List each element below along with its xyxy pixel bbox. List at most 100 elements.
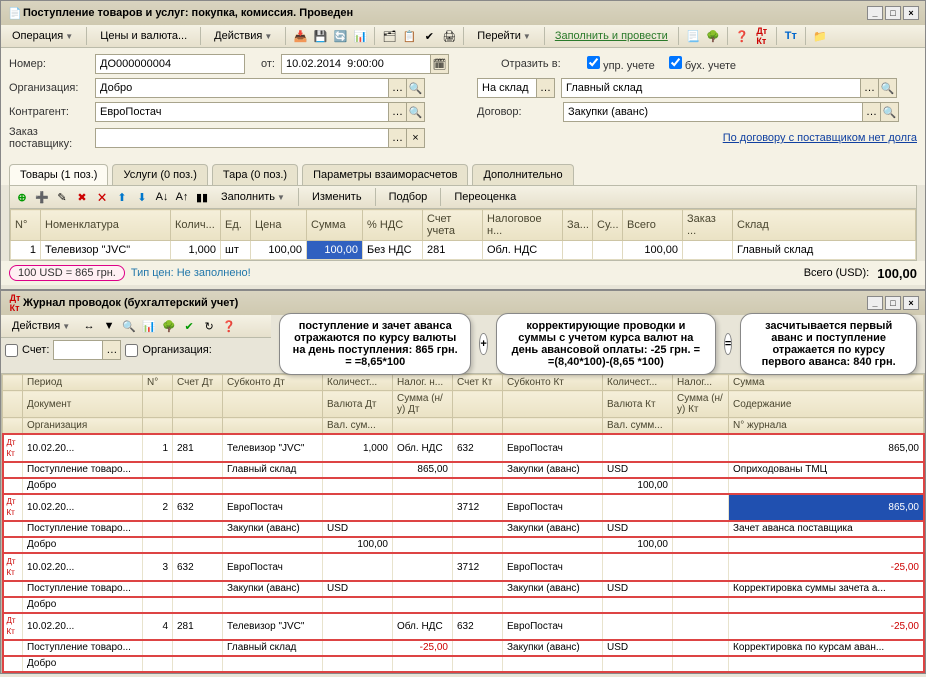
journal-close-button[interactable]: × bbox=[903, 296, 919, 310]
j-check-icon[interactable]: ✔ bbox=[181, 318, 197, 334]
dogovor-select-button[interactable]: … bbox=[863, 102, 881, 122]
tab-goods[interactable]: Товары (1 поз.) bbox=[9, 164, 108, 185]
date-input[interactable] bbox=[281, 54, 431, 74]
prices-button[interactable]: Цены и валюта... bbox=[93, 27, 194, 45]
sheet-icon[interactable]: 📊 bbox=[352, 28, 368, 44]
dogovor-input[interactable] bbox=[563, 102, 863, 122]
journal-grid[interactable]: ПериодN°Счет ДтСубконто ДтКоличест...Нал… bbox=[2, 374, 924, 672]
journal-col-header[interactable] bbox=[173, 391, 223, 418]
reval-button[interactable]: Переоценка bbox=[447, 188, 523, 206]
wh-open-button[interactable]: 🔍 bbox=[879, 78, 897, 98]
j-tree-icon[interactable]: 🌳 bbox=[161, 318, 177, 334]
j-reload-icon[interactable]: ↻ bbox=[201, 318, 217, 334]
journal-actions-menu[interactable]: Действия▼ bbox=[5, 317, 77, 335]
journal-col-header[interactable] bbox=[3, 375, 23, 391]
barcode-icon[interactable]: ▮▮ bbox=[194, 189, 210, 205]
journal-row[interactable]: ДтКт10.02.20...1281Телевизор "JVC"1,000О… bbox=[3, 434, 924, 462]
journal-row[interactable]: Добро bbox=[3, 656, 924, 672]
grid-col-header[interactable]: Номенклатура bbox=[41, 210, 171, 241]
close-button[interactable]: × bbox=[903, 6, 919, 20]
grid-col-header[interactable]: Склад bbox=[733, 210, 916, 241]
change-button[interactable]: Изменить bbox=[305, 188, 369, 206]
j-refresh-icon[interactable]: ↔ bbox=[81, 318, 97, 334]
journal-col-header[interactable]: Период bbox=[23, 375, 143, 391]
list-icon[interactable]: 📃 bbox=[685, 28, 701, 44]
journal-col-header[interactable]: Вал. сумм... bbox=[603, 418, 673, 435]
journal-col-header[interactable]: Документ bbox=[23, 391, 143, 418]
check-icon[interactable]: ✔ bbox=[421, 28, 437, 44]
journal-col-header[interactable] bbox=[223, 391, 323, 418]
add-row-icon[interactable]: ⊕ bbox=[14, 189, 30, 205]
date-picker-button[interactable]: 🗓 bbox=[431, 54, 449, 74]
sort-asc-icon[interactable]: A↓ bbox=[154, 189, 170, 205]
journal-col-header[interactable]: N° bbox=[143, 375, 173, 391]
grid-col-header[interactable]: За... bbox=[563, 210, 593, 241]
journal-col-header[interactable] bbox=[3, 391, 23, 418]
journal-row[interactable]: Поступление товаро...Главный склад-25,00… bbox=[3, 640, 924, 656]
copy-icon[interactable]: 📋 bbox=[401, 28, 417, 44]
wh-input[interactable] bbox=[561, 78, 861, 98]
tree-icon[interactable]: 🌳 bbox=[705, 28, 721, 44]
tab-additional[interactable]: Дополнительно bbox=[472, 164, 573, 185]
tab-settlement[interactable]: Параметры взаиморасчетов bbox=[302, 164, 468, 185]
filter-acct[interactable]: Счет: bbox=[5, 344, 49, 357]
journal-row[interactable]: Поступление товаро...Закупки (аванс)USDЗ… bbox=[3, 581, 924, 597]
grid-col-header[interactable]: Всего bbox=[623, 210, 683, 241]
journal-col-header[interactable] bbox=[3, 418, 23, 435]
journal-col-header[interactable] bbox=[143, 391, 173, 418]
journal-col-header[interactable]: Содержание bbox=[729, 391, 924, 418]
journal-col-header[interactable]: Сумма (н/у) Кт bbox=[673, 391, 729, 418]
journal-row[interactable]: Добро100,00 bbox=[3, 478, 924, 494]
fill-menu[interactable]: Заполнить▼ bbox=[214, 188, 292, 206]
wh-type-button[interactable]: … bbox=[537, 78, 555, 98]
dogovor-open-button[interactable]: 🔍 bbox=[881, 102, 899, 122]
grid-col-header[interactable]: Цена bbox=[251, 210, 307, 241]
journal-col-header[interactable]: Сумма (н/у) Дт bbox=[393, 391, 453, 418]
journal-col-header[interactable]: Валюта Дт bbox=[323, 391, 393, 418]
tab-services[interactable]: Услуги (0 поз.) bbox=[112, 164, 207, 185]
journal-minimize-button[interactable]: _ bbox=[867, 296, 883, 310]
journal-col-header[interactable] bbox=[503, 391, 603, 418]
journal-col-header[interactable] bbox=[673, 418, 729, 435]
contr-select-button[interactable]: … bbox=[389, 102, 407, 122]
journal-row[interactable]: Добро100,00100,00 bbox=[3, 537, 924, 554]
maximize-button[interactable]: □ bbox=[885, 6, 901, 20]
price-type-info[interactable]: Тип цен: Не заполнено! bbox=[131, 267, 251, 279]
journal-row[interactable]: Поступление товаро...Закупки (аванс)USDЗ… bbox=[3, 521, 924, 537]
clear-icon[interactable]: 🗙 bbox=[94, 189, 110, 205]
filter-acct-button[interactable]: … bbox=[103, 340, 121, 360]
chk-upr[interactable]: упр. учете bbox=[587, 56, 655, 72]
tab-tare[interactable]: Тара (0 поз.) bbox=[212, 164, 298, 185]
save-icon[interactable]: 💾 bbox=[312, 28, 328, 44]
fill-post-link[interactable]: Заполнить и провести bbox=[551, 28, 672, 44]
actions-menu[interactable]: Действия▼ bbox=[207, 27, 279, 45]
tt-icon[interactable]: Тт bbox=[783, 28, 799, 44]
grid-col-header[interactable]: Сумма bbox=[307, 210, 363, 241]
journal-col-header[interactable]: Валюта Кт bbox=[603, 391, 673, 418]
down-icon[interactable]: ⬇ bbox=[134, 189, 150, 205]
goto-menu[interactable]: Перейти▼ bbox=[470, 27, 538, 45]
help-icon[interactable]: ❓ bbox=[734, 28, 750, 44]
order-select-button[interactable]: … bbox=[389, 128, 407, 148]
delete-row-icon[interactable]: ✖ bbox=[74, 189, 90, 205]
j-find-icon[interactable]: 🔍 bbox=[121, 318, 137, 334]
j-filter-icon[interactable]: ▼ bbox=[101, 318, 117, 334]
journal-col-header[interactable] bbox=[223, 418, 323, 435]
contr-input[interactable] bbox=[95, 102, 389, 122]
number-input[interactable] bbox=[95, 54, 245, 74]
grid-col-header[interactable]: Су... bbox=[593, 210, 623, 241]
journal-row[interactable]: ДтКт10.02.20...2632ЕвроПостач3712ЕвроПос… bbox=[3, 494, 924, 521]
filter-acct-input[interactable] bbox=[53, 340, 103, 360]
refresh-icon[interactable]: 🔄 bbox=[332, 28, 348, 44]
minimize-button[interactable]: _ bbox=[867, 6, 883, 20]
org-input[interactable] bbox=[95, 78, 389, 98]
contr-open-button[interactable]: 🔍 bbox=[407, 102, 425, 122]
table-row[interactable]: 1 Телевизор "JVC" 1,000 шт 100,00 100,00… bbox=[11, 241, 916, 260]
grid-col-header[interactable]: % НДС bbox=[363, 210, 423, 241]
journal-col-header[interactable] bbox=[503, 418, 603, 435]
journal-row[interactable]: Добро bbox=[3, 597, 924, 613]
org-open-button[interactable]: 🔍 bbox=[407, 78, 425, 98]
j-sheet-icon[interactable]: 📊 bbox=[141, 318, 157, 334]
grid-col-header[interactable]: Счет учета bbox=[423, 210, 483, 241]
journal-row[interactable]: Поступление товаро...Главный склад865,00… bbox=[3, 462, 924, 478]
